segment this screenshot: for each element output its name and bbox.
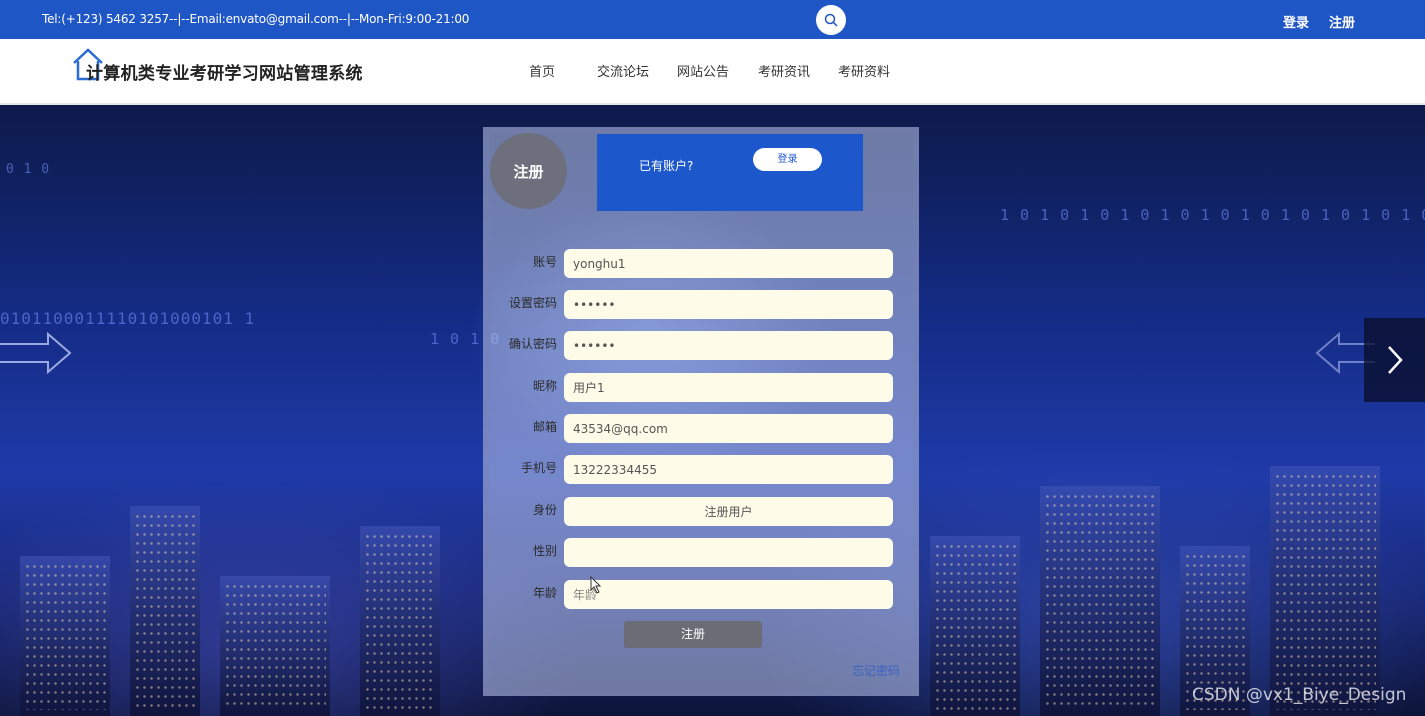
nickname-input[interactable] (564, 373, 893, 402)
register-badge: 注册 (490, 133, 567, 209)
gender-label: 性别 (532, 544, 557, 558)
nav-exam-materials[interactable]: 考研资料 (838, 61, 890, 80)
register-panel (483, 127, 919, 696)
email-input[interactable] (564, 414, 893, 443)
binary-text-top-right: 1 0 1 0 1 0 1 0 1 0 1 0 1 0 1 0 1 0 1 0 … (1000, 206, 1425, 224)
age-input[interactable] (564, 580, 893, 609)
contact-info: Tel:(+123) 5462 3257--|--Email:envato@gm… (42, 12, 470, 26)
age-label: 年龄 (532, 586, 557, 600)
search-icon[interactable] (816, 5, 846, 35)
building (1040, 486, 1160, 716)
site-header: 计算机类专业考研学习网站管理系统 首页 交流论坛 网站公告 考研资讯 考研资料 (0, 39, 1425, 105)
mouse-cursor-icon (590, 576, 602, 594)
binary-text-small: 0 1 0 (6, 162, 51, 177)
arrow-decoration-icon (0, 332, 72, 374)
confirm-password-input[interactable] (564, 331, 893, 360)
register-submit-button[interactable]: 注册 (624, 621, 762, 648)
password-input[interactable] (564, 290, 893, 319)
account-input[interactable] (564, 249, 893, 278)
carousel-next-button[interactable] (1364, 318, 1425, 402)
password-label: 设置密码 (508, 296, 557, 310)
chevron-right-icon (1387, 346, 1403, 374)
phone-input[interactable] (564, 455, 893, 484)
nickname-label: 昵称 (532, 379, 557, 393)
building (220, 576, 330, 716)
role-input[interactable] (564, 497, 893, 526)
watermark: CSDN @vx1_Biye_Design (1192, 685, 1407, 705)
building (930, 536, 1020, 716)
site-title: 计算机类专业考研学习网站管理系统 (86, 64, 363, 84)
role-label: 身份 (532, 503, 557, 517)
topbar-register-link[interactable]: 注册 (1329, 12, 1355, 31)
nav-home[interactable]: 首页 (529, 61, 555, 80)
login-prompt-box (597, 134, 863, 211)
gender-input[interactable] (564, 538, 893, 567)
building (360, 526, 440, 716)
phone-label: 手机号 (520, 461, 557, 475)
nav-announcements[interactable]: 网站公告 (677, 61, 729, 80)
confirm-password-label: 确认密码 (508, 337, 557, 351)
binary-text-left: 0101100011110101000101 1 (0, 309, 256, 328)
building (130, 506, 200, 716)
account-label: 账号 (532, 255, 557, 269)
email-label: 邮箱 (532, 420, 557, 434)
login-button[interactable]: 登录 (753, 148, 822, 171)
building (1270, 466, 1380, 716)
top-bar: Tel:(+123) 5462 3257--|--Email:envato@gm… (0, 0, 1425, 39)
forgot-password-link[interactable]: 忘记密码 (852, 662, 900, 679)
topbar-login-link[interactable]: 登录 (1283, 12, 1309, 31)
have-account-text: 已有账户? (639, 159, 694, 173)
nav-forum[interactable]: 交流论坛 (597, 61, 649, 80)
nav-exam-news[interactable]: 考研资讯 (758, 61, 810, 80)
building (20, 556, 110, 716)
